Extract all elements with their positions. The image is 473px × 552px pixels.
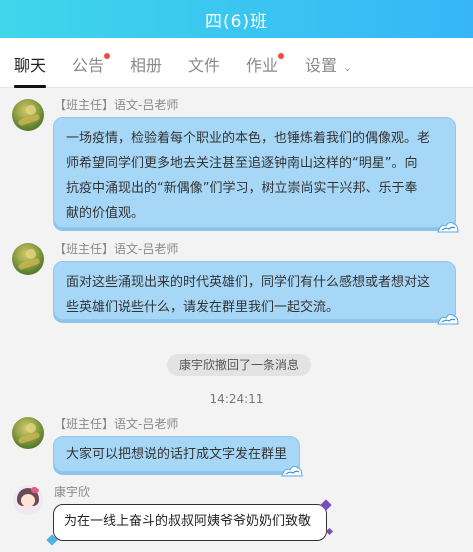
- message-sender: 【班主任】语文-吕老师: [54, 242, 179, 256]
- chevron-down-icon: ⌄: [343, 61, 353, 74]
- tab-bar: 聊天 公告 相册 文件 作业 设置 ⌄: [0, 38, 473, 88]
- unread-dot: [104, 53, 111, 59]
- message-line: 大家可以把想说的话打成文字发在群里: [66, 447, 288, 462]
- wave-decoration-icon: [281, 463, 303, 477]
- sparkle-icon: [320, 499, 332, 511]
- message-line: 一场疫情，检验着每个职业的本色，也锤炼着我们的偶像观。老: [66, 131, 431, 146]
- wave-decoration-icon: [437, 311, 459, 325]
- avatar-face: [21, 494, 35, 507]
- tab-files[interactable]: 文件: [188, 38, 220, 88]
- tab-homework[interactable]: 作业: [246, 38, 285, 88]
- message-line: 抗疫中涌现出的“新偶像”们学习，树立崇尚实干兴邦、乐于奉: [66, 181, 418, 196]
- tab-label: 作业: [246, 56, 279, 75]
- wave-decoration-icon: [437, 219, 459, 233]
- message-bubble[interactable]: 大家可以把想说的话打成文字发在群里: [53, 436, 303, 477]
- message-line: 面对这些涌现出来的时代英雄们，同学们有什么感想或者想对这: [66, 275, 431, 290]
- system-message: 康宇欣撤回了一条消息: [167, 354, 312, 376]
- message-sender: 【班主任】语文-吕老师: [54, 98, 179, 112]
- tab-label: 聊天: [14, 56, 47, 75]
- message-sender: 康宇欣: [54, 485, 91, 499]
- teacher-avatar[interactable]: [12, 417, 44, 449]
- tab-label: 设置: [305, 56, 338, 75]
- teacher-avatar[interactable]: [12, 99, 44, 131]
- tab-label: 相册: [130, 56, 163, 75]
- chat-area[interactable]: 【班主任】语文-吕老师 一场疫情，检验着每个职业的本色，也锤炼着我们的偶像观。老…: [0, 89, 473, 552]
- tab-label: 文件: [188, 56, 221, 75]
- unread-dot: [278, 53, 285, 59]
- message-line: 献的价值观。: [66, 206, 145, 221]
- tab-settings[interactable]: 设置 ⌄: [305, 38, 352, 88]
- message-line: 师希望同学们更多地去关注甚至追逐钟南山这样的“明星”。向: [66, 156, 418, 171]
- tab-label: 公告: [72, 56, 105, 75]
- student-avatar[interactable]: [13, 485, 43, 515]
- title-bar: 四(6)班: [0, 0, 473, 38]
- message-bubble[interactable]: 面对这些涌现出来的时代英雄们，同学们有什么感想或者想对这 些英雄们说些什么，请发…: [53, 261, 459, 325]
- sparkle-icon: [325, 527, 334, 536]
- message-bubble[interactable]: 一场疫情，检验着每个职业的本色，也锤炼着我们的偶像观。老 师希望同学们更多地去关…: [53, 117, 459, 233]
- page-title: 四(6)班: [204, 11, 269, 32]
- tab-chat[interactable]: 聊天: [14, 38, 47, 88]
- message-bubble[interactable]: 为在一线上奋斗的叔叔阿姨爷爷奶奶们致敬: [46, 499, 334, 546]
- message-line: 些英雄们说些什么，请发在群里我们一起交流。: [66, 300, 340, 315]
- tab-album[interactable]: 相册: [130, 38, 162, 88]
- message-line: 为在一线上奋斗的叔叔阿姨爷爷奶奶们致敬: [64, 514, 312, 529]
- teacher-avatar[interactable]: [12, 243, 44, 275]
- tab-announcement[interactable]: 公告: [72, 38, 111, 88]
- timestamp: 14:24:11: [209, 392, 264, 406]
- message-sender: 【班主任】语文-吕老师: [54, 417, 179, 431]
- sparkle-icon: [46, 534, 58, 546]
- avatar-bow: [31, 487, 39, 493]
